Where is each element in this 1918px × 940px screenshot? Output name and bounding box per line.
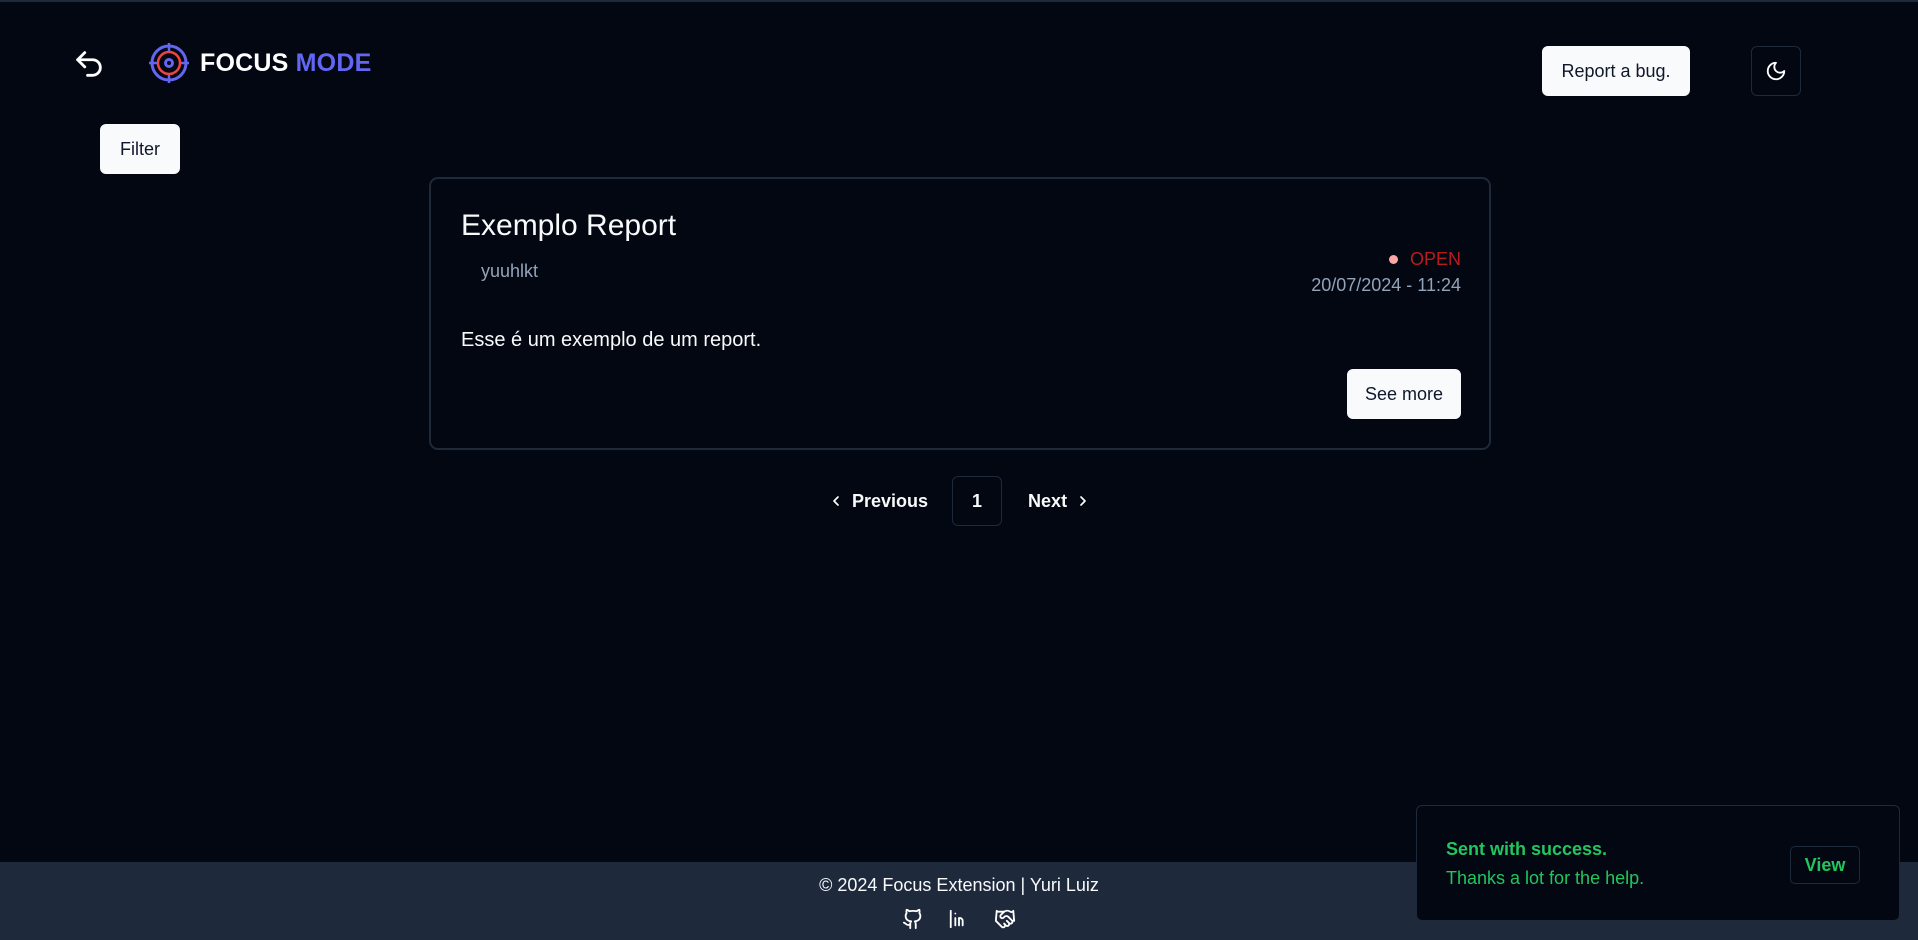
moon-icon <box>1766 61 1786 81</box>
report-author: yuuhlkt <box>481 261 539 281</box>
logo[interactable]: FOCUS MODE <box>148 42 371 84</box>
undo-arrow-icon <box>76 51 102 77</box>
success-toast: Sent with success. Thanks a lot for the … <box>1416 805 1900 921</box>
status-badge: OPEN <box>1388 249 1461 270</box>
report-title: Exemplo Report <box>461 209 677 242</box>
report-card: Exemplo Report yuuhlkt OPEN 20/07/2024 -… <box>429 177 1491 450</box>
toast-title: Sent with success. <box>1446 839 1608 859</box>
status-dot-icon <box>1388 255 1398 264</box>
page-number-button[interactable]: 1 <box>952 476 1003 526</box>
target-eye-icon <box>149 43 189 83</box>
handshake-icon <box>994 909 1016 929</box>
report-bug-button[interactable]: Report a bug. <box>1542 46 1690 96</box>
next-page-button[interactable]: Next <box>1028 491 1091 512</box>
linkedin-link[interactable] <box>946 906 972 932</box>
github-icon <box>902 908 922 930</box>
portfolio-link[interactable] <box>992 906 1018 932</box>
github-link[interactable] <box>900 906 926 932</box>
logo-text: FOCUS MODE <box>200 49 371 78</box>
previous-page-button[interactable]: Previous <box>828 491 928 512</box>
previous-label: Previous <box>852 490 929 511</box>
toast-view-button[interactable]: View <box>1790 846 1860 884</box>
pagination: Previous 1 Next <box>828 476 1091 526</box>
chevron-right-icon <box>1080 496 1086 506</box>
report-description: Esse é um exemplo de um report. <box>461 329 762 351</box>
see-more-button[interactable]: See more <box>1347 369 1461 419</box>
toast-description: Thanks a lot for the help. <box>1446 868 1645 888</box>
theme-toggle-button[interactable] <box>1751 46 1801 96</box>
next-label: Next <box>1028 490 1068 511</box>
logo-word-focus: FOCUS <box>200 48 289 77</box>
report-datetime: 20/07/2024 - 11:24 <box>1311 275 1461 295</box>
logo-word-mode: MODE <box>295 48 372 77</box>
linkedin-icon <box>949 909 964 929</box>
status-label: OPEN <box>1409 249 1461 269</box>
filter-button[interactable]: Filter <box>100 124 180 174</box>
back-button[interactable] <box>70 45 108 83</box>
header: FOCUS MODE Report a bug. <box>0 2 1918 112</box>
chevron-left-icon <box>833 496 839 506</box>
